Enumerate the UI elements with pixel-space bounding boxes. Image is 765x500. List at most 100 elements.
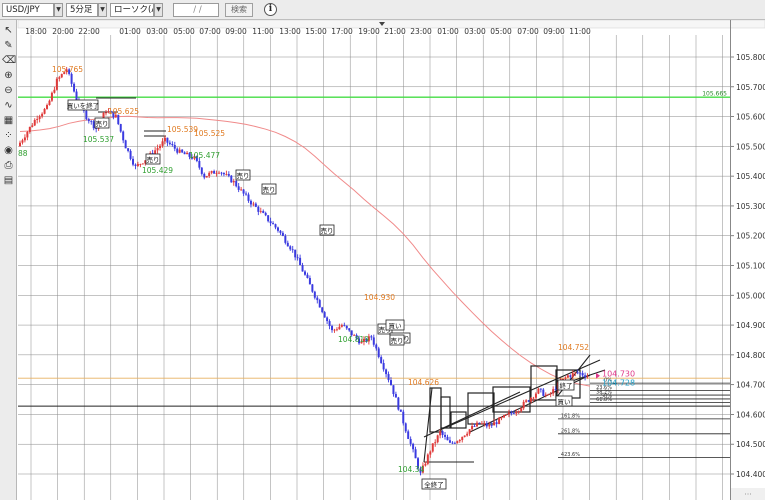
candle-body — [90, 121, 93, 122]
candle-body — [104, 112, 107, 114]
candle-body — [249, 200, 252, 205]
candle-body — [338, 326, 341, 330]
y-tick-label: 104.900 — [736, 321, 765, 330]
candle-body — [267, 215, 270, 222]
x-tick-label: 22:00 — [78, 27, 100, 36]
trade-marker-text: 全終了 — [424, 480, 444, 489]
candle-body — [75, 91, 78, 101]
candle-body — [139, 163, 142, 165]
candle-body — [58, 77, 61, 79]
candle-body — [520, 408, 523, 412]
trade-marker-text: 売り — [96, 119, 109, 128]
candle-body — [242, 189, 245, 194]
trade-marker-text: 売り — [237, 171, 250, 180]
y-tick-label: 104.600 — [736, 410, 765, 419]
x-tick-label: 19:00 — [358, 27, 380, 36]
candle-body — [272, 223, 275, 225]
candle-body — [321, 307, 324, 313]
candle-body — [316, 297, 319, 301]
candle-body — [461, 436, 464, 441]
price-extreme-label: 105.477 — [189, 151, 220, 160]
candle-body — [181, 149, 184, 153]
candle-body — [203, 173, 206, 178]
y-tick-label: 105.000 — [736, 291, 765, 300]
price-extreme-label: 104.752 — [558, 343, 589, 352]
candle-body — [571, 373, 574, 377]
candle-body — [345, 325, 348, 329]
x-tick-label: 11:00 — [252, 27, 274, 36]
candle-body — [471, 426, 474, 430]
candle-body — [129, 150, 132, 159]
candle-body — [409, 438, 412, 444]
price-extreme-label: 104.626 — [408, 378, 439, 387]
candle-body — [485, 423, 488, 427]
current-bid-label: 104.728 — [602, 379, 635, 388]
candle-body — [475, 422, 478, 427]
candle-body — [186, 152, 189, 155]
candle-body — [85, 110, 88, 120]
candle-body — [166, 137, 169, 143]
candle-body — [544, 394, 547, 396]
candle-body — [532, 397, 535, 399]
candle-body — [247, 194, 250, 201]
candle-body — [218, 172, 221, 174]
candle-body — [276, 227, 279, 231]
candle-body — [299, 257, 302, 266]
candle-body — [259, 211, 262, 212]
candle-body — [335, 329, 338, 331]
candle-body — [503, 415, 506, 418]
candle-body — [235, 180, 238, 187]
price-extreme-label: 104.34 — [398, 465, 424, 474]
trade-marker-text: 買い — [389, 322, 402, 330]
y-tick-label: 105.300 — [736, 202, 765, 211]
candle-body — [581, 373, 584, 376]
candle-body — [122, 131, 125, 141]
candle-body — [323, 312, 326, 318]
price-chart[interactable]: 18:00 20:00 22:00 01:00 03:00 05:00 07:00 09:00… — [0, 0, 765, 500]
x-tick-label: 09:00 — [543, 27, 565, 36]
candle-body — [515, 411, 518, 414]
candle-body — [119, 124, 122, 132]
candle-body — [286, 242, 289, 247]
candle-body — [60, 74, 63, 78]
candle-body — [348, 328, 351, 331]
candle-body — [19, 142, 21, 147]
y-tick-label: 105.500 — [736, 142, 765, 151]
candle-body — [448, 440, 451, 443]
candle-body — [269, 221, 272, 224]
trade-marker-text: 買いを終了 — [67, 101, 100, 110]
candle-body — [372, 337, 375, 345]
candle-body — [493, 422, 496, 426]
candle-body — [156, 148, 159, 151]
y-tick-label: 105.200 — [736, 232, 765, 241]
candle-body — [436, 435, 439, 443]
scroll-corner[interactable]: ··· — [731, 488, 765, 500]
candle-body — [414, 449, 417, 459]
candle-body — [478, 422, 481, 424]
candle-body — [53, 89, 56, 93]
price-extreme-label: 105.429 — [142, 166, 173, 175]
candle-body — [31, 125, 34, 127]
price-extreme-label: 104.930 — [364, 293, 395, 302]
candle-body — [480, 423, 483, 425]
candle-body — [28, 126, 31, 132]
candle-body — [375, 344, 378, 349]
candle-body — [284, 235, 287, 243]
candle-body — [530, 397, 533, 402]
candle-body — [227, 174, 230, 176]
candle-body — [205, 176, 208, 178]
candle-body — [456, 441, 459, 444]
candle-body — [507, 412, 510, 415]
candle-body — [483, 423, 486, 425]
candle-body — [584, 375, 587, 378]
candle-body — [370, 336, 373, 338]
candle-body — [574, 372, 577, 374]
candle-body — [389, 380, 392, 386]
y-axis: 105.800 105.700 105.600 105.500 105.400 105.3… — [730, 53, 765, 479]
candle-body — [198, 160, 201, 168]
candle-body — [245, 193, 248, 195]
candle-body — [392, 385, 395, 395]
candle-body — [554, 389, 557, 390]
candle-body — [402, 411, 405, 424]
candle-body — [549, 393, 552, 395]
